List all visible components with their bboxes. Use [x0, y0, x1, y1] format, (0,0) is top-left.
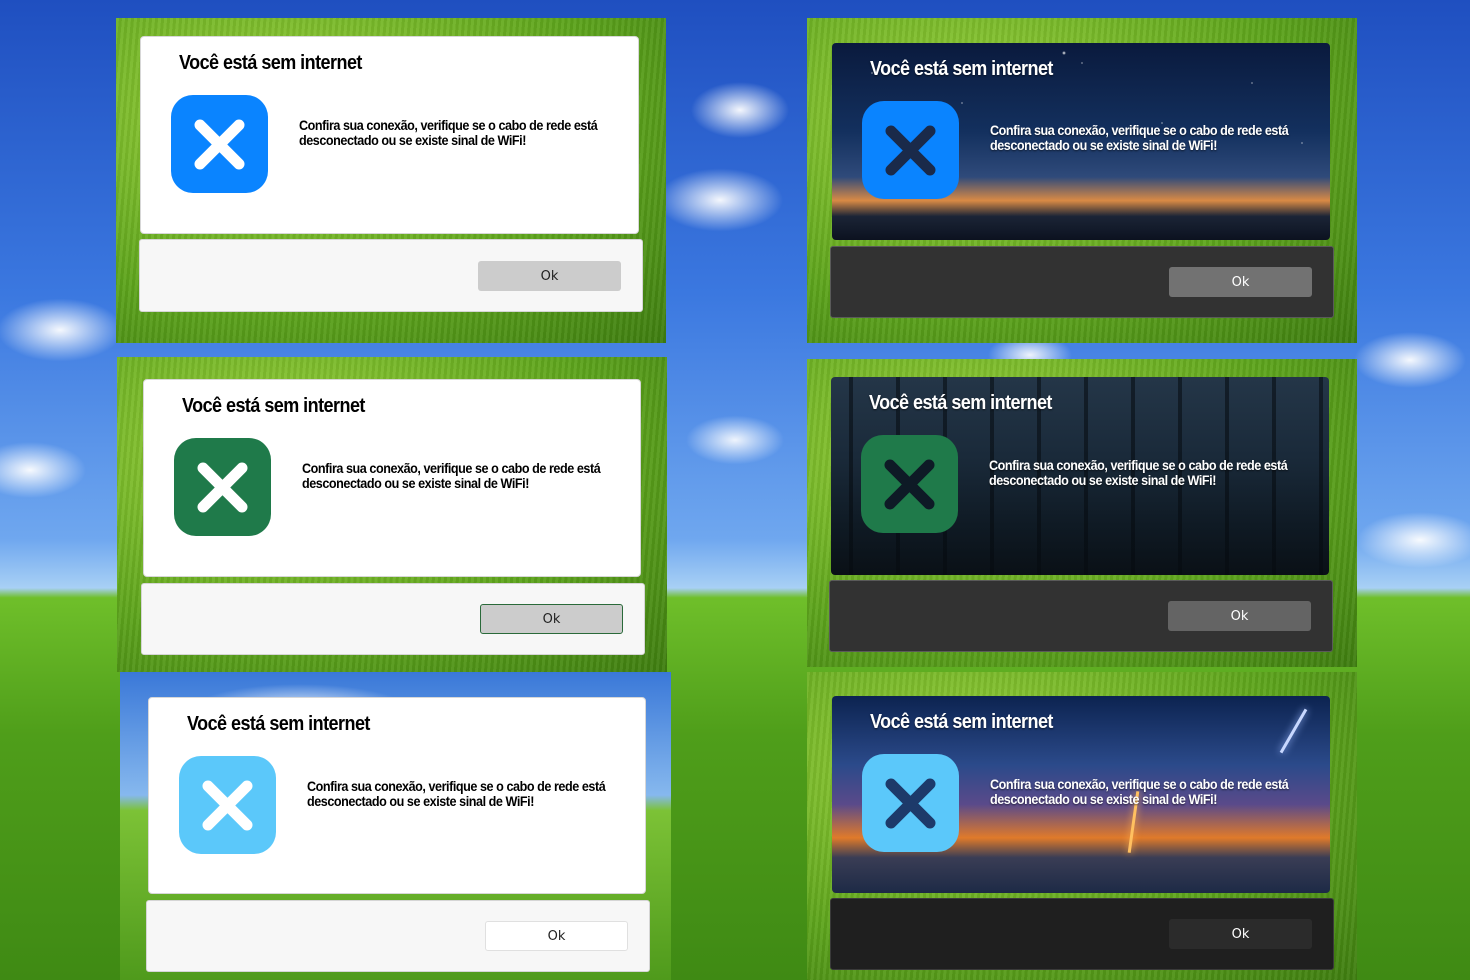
message-line-2: desconectado ou se existe sinal de WiFi!: [990, 791, 1217, 807]
dialog-title: Você está sem internet: [870, 711, 1053, 733]
message-line-1: Confira sua conexão, verifique se o cabo…: [990, 776, 1289, 792]
ok-button[interactable]: Ok: [1169, 919, 1312, 949]
message-line-2: desconectado ou se existe sinal de WiFi!: [990, 137, 1217, 153]
lightning-bolt: [1279, 708, 1308, 754]
message-line-2: desconectado ou se existe sinal de WiFi!: [989, 472, 1216, 488]
message-line-1: Confira sua conexão, verifique se o cabo…: [299, 117, 598, 133]
dialog-title: Você está sem internet: [869, 392, 1052, 414]
dialog-footer: Ok: [830, 898, 1334, 970]
dialog-body: Você está sem internet Confira sua conex…: [140, 36, 639, 234]
dialog-title: Você está sem internet: [179, 52, 362, 74]
error-x-icon: [862, 754, 959, 852]
ok-button[interactable]: Ok: [1168, 601, 1311, 631]
message-line-2: desconectado ou se existe sinal de WiFi!: [299, 132, 526, 148]
dialog-title: Você está sem internet: [187, 713, 370, 735]
dialog-footer: Ok: [146, 900, 650, 972]
ok-button[interactable]: Ok: [485, 921, 628, 951]
error-x-icon: [861, 435, 958, 533]
ok-button[interactable]: Ok: [1169, 267, 1312, 297]
message-line-2: desconectado ou se existe sinal de WiFi!: [307, 793, 534, 809]
message-line-2: desconectado ou se existe sinal de WiFi!: [302, 475, 529, 491]
dialog-message: Confira sua conexão, verifique se o cabo…: [989, 457, 1288, 488]
dialog-message: Confira sua conexão, verifique se o cabo…: [990, 776, 1289, 807]
dialog-body: Você está sem internet Confira sua conex…: [832, 696, 1330, 893]
dialog-body: Você está sem internet Confira sua conex…: [832, 43, 1330, 240]
ok-button[interactable]: Ok: [478, 261, 621, 291]
dialog-message: Confira sua conexão, verifique se o cabo…: [990, 122, 1289, 153]
message-line-1: Confira sua conexão, verifique se o cabo…: [990, 122, 1289, 138]
ok-button[interactable]: Ok: [480, 604, 623, 634]
dialog-footer: Ok: [139, 239, 643, 312]
dialog-message: Confira sua conexão, verifique se o cabo…: [307, 778, 606, 809]
dialog-body: Você está sem internet Confira sua conex…: [143, 379, 641, 577]
dialog-body: Você está sem internet Confira sua conex…: [831, 377, 1329, 575]
dialog-footer: Ok: [829, 580, 1333, 652]
dialog-title: Você está sem internet: [870, 58, 1053, 80]
message-line-1: Confira sua conexão, verifique se o cabo…: [989, 457, 1288, 473]
dialog-body: Você está sem internet Confira sua conex…: [148, 697, 646, 894]
dialog-message: Confira sua conexão, verifique se o cabo…: [299, 117, 598, 148]
dialog-title: Você está sem internet: [182, 395, 365, 417]
dialog-footer: Ok: [141, 583, 645, 655]
dialog-footer: Ok: [830, 246, 1334, 318]
error-x-icon: [171, 95, 268, 193]
error-x-icon: [179, 756, 276, 854]
error-x-icon: [862, 101, 959, 199]
error-x-icon: [174, 438, 271, 536]
message-line-1: Confira sua conexão, verifique se o cabo…: [307, 778, 606, 794]
dialog-message: Confira sua conexão, verifique se o cabo…: [302, 460, 601, 491]
message-line-1: Confira sua conexão, verifique se o cabo…: [302, 460, 601, 476]
